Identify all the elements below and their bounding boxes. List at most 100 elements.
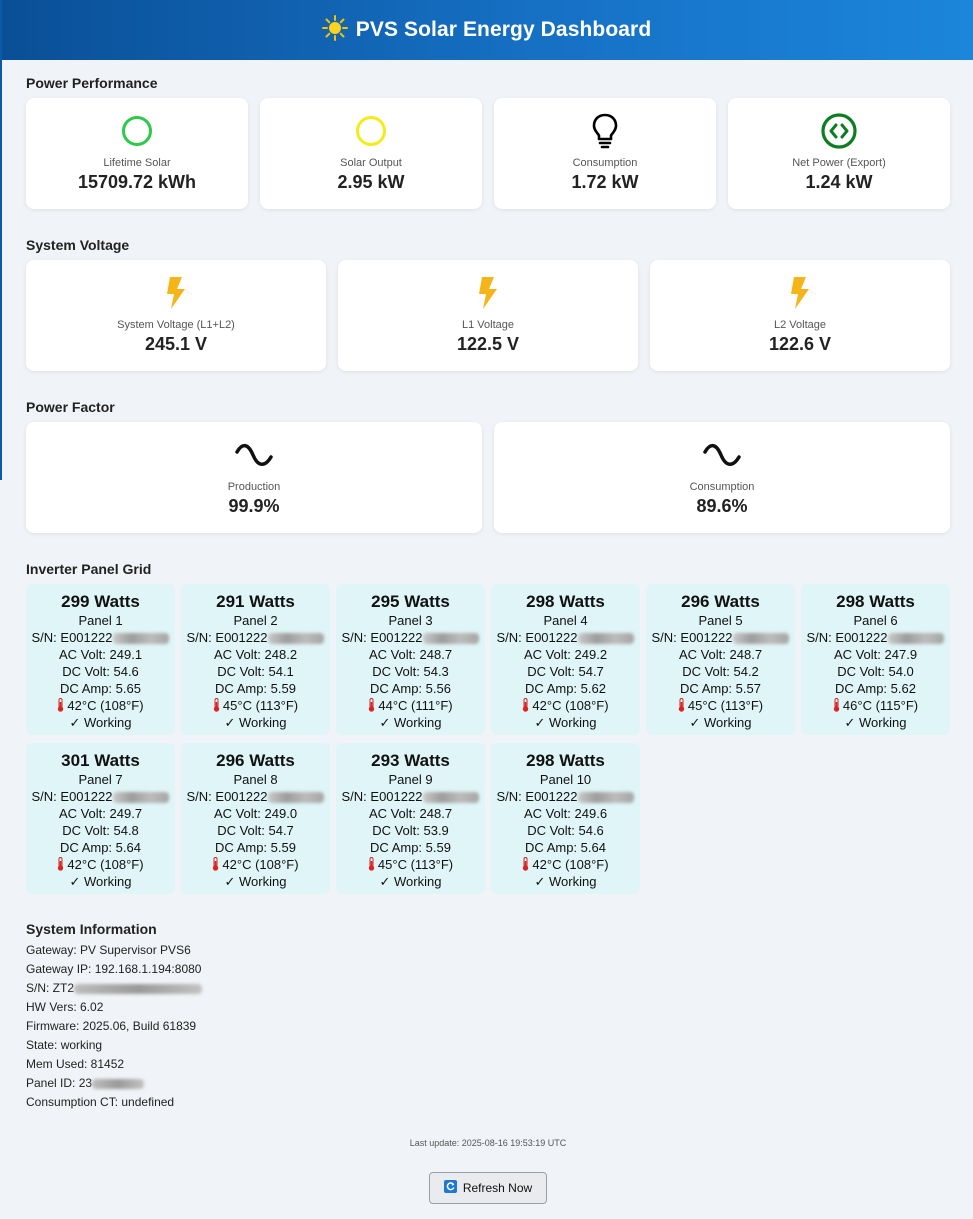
- refresh-row: Refresh Now: [26, 1172, 950, 1204]
- section-title-system-info: System Information: [26, 921, 157, 937]
- inverter-panel: 296 Watts Panel 8 S/N: E001222 AC Volt: …: [181, 743, 330, 894]
- sine-wave-icon: [702, 436, 742, 474]
- thermometer-icon: [213, 698, 223, 713]
- card-value: 99.9%: [228, 496, 280, 516]
- panel-status: ✓ Working: [224, 715, 287, 730]
- panel-serial-text: S/N: E001222: [31, 789, 113, 804]
- panel-dc-volt: DC Volt: 54.6: [527, 823, 604, 838]
- panel-name: Panel 1: [78, 613, 123, 628]
- redacted-blur: [578, 792, 635, 804]
- redacted-blur: [268, 792, 325, 804]
- panel-status: ✓ Working: [69, 874, 132, 889]
- panel-name: Panel 9: [388, 772, 433, 787]
- panel-ac-volt: AC Volt: 247.9: [833, 647, 918, 662]
- card-system-voltage: System Voltage (L1+L2) 245.1 V: [26, 260, 326, 371]
- sysinfo-hw-version: HW Vers: 6.02: [26, 1000, 104, 1014]
- inverter-panel: 301 Watts Panel 7 S/N: E001222 AC Volt: …: [26, 743, 175, 894]
- panel-temp-text: 44°C (111°F): [378, 698, 453, 713]
- panel-temp-text: 46°C (115°F): [842, 698, 919, 713]
- panel-dc-volt: DC Volt: 54.7: [527, 664, 604, 679]
- thermometer-icon: [57, 857, 67, 872]
- redacted-blur: [113, 792, 170, 804]
- panel-serial: S/N: E001222: [26, 629, 175, 646]
- panel-temp-text: 42°C (108°F): [532, 698, 609, 713]
- lightbulb-icon: [590, 112, 620, 150]
- panel-name: Panel 8: [233, 772, 278, 787]
- panel-ac-volt: AC Volt: 248.7: [368, 647, 453, 662]
- panel-dc-amp: DC Amp: 5.62: [525, 681, 606, 696]
- lightning-icon: [477, 274, 499, 312]
- inverter-panel: 298 Watts Panel 10 S/N: E001222 AC Volt:…: [491, 743, 640, 894]
- panel-temp: 45°C (113°F): [336, 856, 485, 873]
- panel-dc-volt: DC Volt: 54.1: [217, 664, 294, 679]
- panel-serial: S/N: E001222: [491, 788, 640, 805]
- panel-ac-volt: AC Volt: 249.0: [213, 806, 298, 821]
- thermometer-icon: [212, 857, 222, 872]
- panel-serial: S/N: E001222: [336, 629, 485, 646]
- panel-serial-text: S/N: E001222: [186, 789, 268, 804]
- last-update: Last update: 2025-08-16 19:53:19 UTC: [409, 1138, 567, 1148]
- panel-ac-volt: AC Volt: 249.7: [58, 806, 143, 821]
- panel-serial-text: S/N: E001222: [341, 630, 423, 645]
- panel-watts: 291 Watts: [216, 592, 295, 611]
- sysinfo-serial-text: S/N: ZT2: [26, 981, 75, 995]
- power-factor-cards: Production 99.9% Consumption 89.6%: [26, 422, 950, 533]
- lightning-icon: [789, 274, 811, 312]
- panel-serial-text: S/N: E001222: [341, 789, 423, 804]
- card-solar-output: Solar Output 2.95 kW: [260, 98, 482, 209]
- card-value: 15709.72 kWh: [77, 172, 197, 192]
- panel-dc-volt: DC Volt: 54.0: [837, 664, 914, 679]
- panel-name: Panel 3: [388, 613, 433, 628]
- panel-status: ✓ Working: [534, 874, 597, 889]
- card-net-power: Net Power (Export) 1.24 kW: [728, 98, 950, 209]
- card-label: Net Power (Export): [792, 157, 886, 169]
- panel-ac-volt: AC Volt: 248.2: [213, 647, 298, 662]
- thermometer-icon: [368, 857, 378, 872]
- card-value: 245.1 V: [144, 334, 208, 354]
- panel-name: Panel 10: [539, 772, 592, 787]
- card-label: Solar Output: [340, 157, 402, 169]
- refresh-button[interactable]: Refresh Now: [428, 1172, 548, 1204]
- redacted-blur: [113, 633, 170, 645]
- panel-serial: S/N: E001222: [646, 629, 795, 646]
- panel-dc-amp: DC Amp: 5.64: [60, 840, 141, 855]
- panel-ac-volt: AC Volt: 249.1: [58, 647, 143, 662]
- thermometer-icon: [57, 698, 67, 713]
- panel-temp: 42°C (108°F): [26, 856, 175, 873]
- redacted-blur: [733, 633, 790, 645]
- system-info-list: Gateway: PV Supervisor PVS6 Gateway IP: …: [26, 941, 950, 1112]
- panel-watts: 296 Watts: [216, 751, 295, 770]
- panel-dc-amp: DC Amp: 5.62: [835, 681, 916, 696]
- panel-dc-volt: DC Volt: 54.7: [217, 823, 294, 838]
- panel-status: ✓ Working: [69, 715, 132, 730]
- redacted-blur: [268, 633, 325, 645]
- inverter-panel-grid: 299 Watts Panel 1 S/N: E001222 AC Volt: …: [26, 584, 950, 894]
- panel-ac-volt: AC Volt: 248.7: [678, 647, 763, 662]
- section-title-power-performance: Power Performance: [26, 75, 158, 91]
- panel-dc-volt: DC Volt: 53.9: [372, 823, 449, 838]
- panel-serial-text: S/N: E001222: [806, 630, 888, 645]
- panel-dc-amp: DC Amp: 5.59: [215, 681, 296, 696]
- panel-temp-text: 42°C (108°F): [67, 698, 144, 713]
- panel-dc-amp: DC Amp: 5.56: [370, 681, 451, 696]
- section-title-power-factor: Power Factor: [26, 399, 115, 415]
- lightning-icon: [165, 274, 187, 312]
- panel-temp-text: 42°C (108°F): [222, 857, 299, 872]
- panel-watts: 298 Watts: [836, 592, 915, 611]
- thermometer-icon: [678, 698, 688, 713]
- card-value: 122.6 V: [768, 334, 832, 354]
- panel-ac-volt: AC Volt: 249.2: [523, 647, 608, 662]
- redacted-blur: [74, 983, 203, 994]
- section-title-inverter-grid: Inverter Panel Grid: [26, 561, 152, 577]
- panel-serial-text: S/N: E001222: [31, 630, 113, 645]
- panel-watts: 301 Watts: [61, 751, 140, 770]
- card-value: 1.72 kW: [571, 172, 639, 192]
- sysinfo-panel-id-text: Panel ID: 23: [26, 1076, 93, 1090]
- panel-serial-text: S/N: E001222: [186, 630, 268, 645]
- sine-wave-icon: [234, 436, 274, 474]
- inverter-panel: 295 Watts Panel 3 S/N: E001222 AC Volt: …: [336, 584, 485, 735]
- panel-temp-text: 42°C (108°F): [67, 857, 144, 872]
- panel-ac-volt: AC Volt: 249.6: [523, 806, 608, 821]
- green-circle-icon: [120, 112, 154, 150]
- panel-status: ✓ Working: [689, 715, 752, 730]
